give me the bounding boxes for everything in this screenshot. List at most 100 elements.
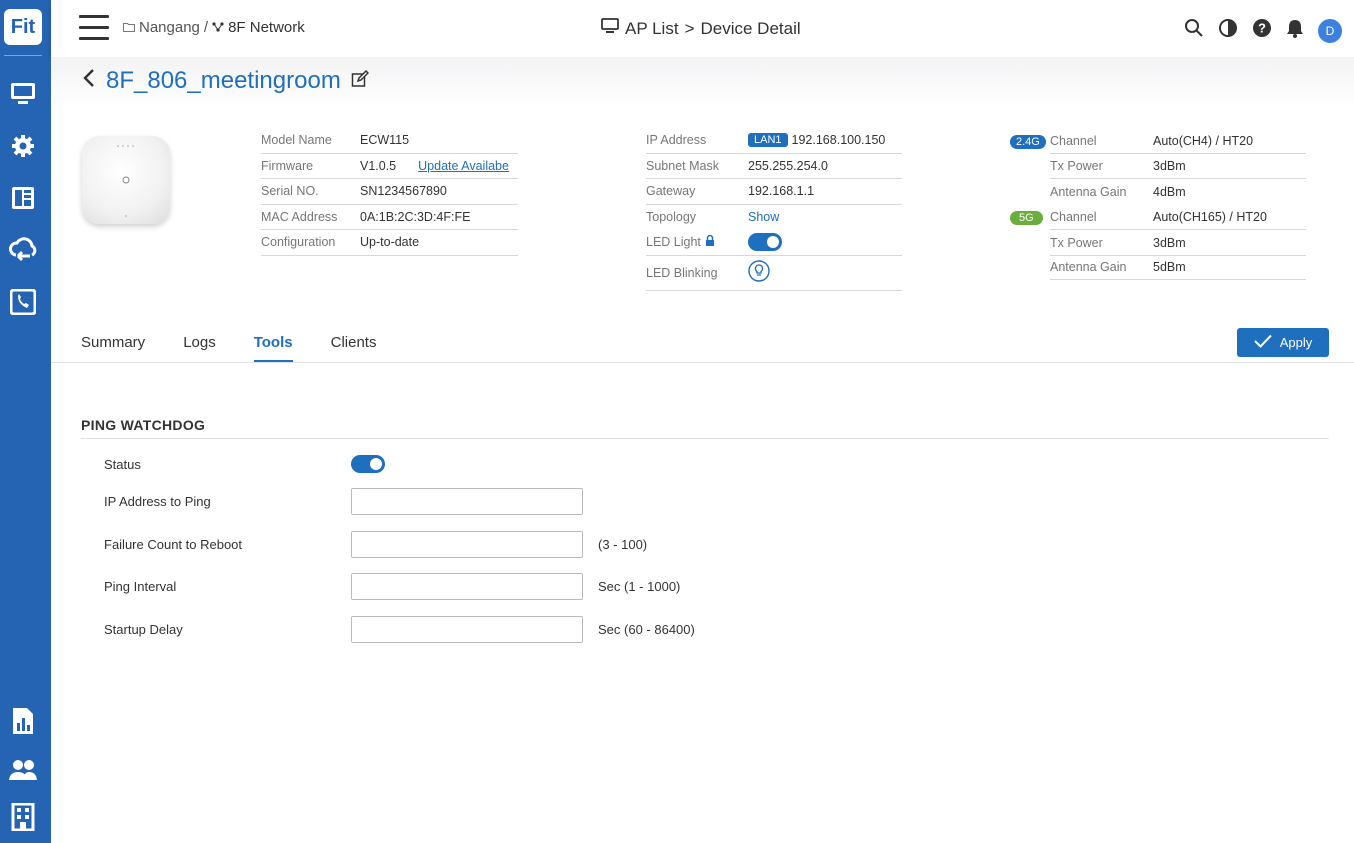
ping-interval-input[interactable] xyxy=(351,573,583,600)
5g-tx-value: 3dBm xyxy=(1153,235,1186,250)
info-row-5g-channel: 5G Channel Auto(CH165) / HT20 xyxy=(1010,205,1306,231)
24g-channel-label: Channel xyxy=(1050,133,1097,148)
startup-delay-input[interactable] xyxy=(351,616,583,643)
dashboard-icon[interactable] xyxy=(9,184,37,212)
24g-tx-value: 3dBm xyxy=(1153,159,1186,174)
24g-channel-value: Auto(CH4) / HT20 xyxy=(1153,133,1254,148)
contrast-icon[interactable] xyxy=(1218,18,1238,43)
form-row-delay: Startup Delay Sec (60 - 86400) xyxy=(104,616,695,643)
info-row-subnet: Subnet Mask 255.255.254.0 xyxy=(646,154,902,179)
lock-icon xyxy=(705,234,715,250)
firmware-update-link[interactable]: Update Availabe xyxy=(418,159,509,173)
gear-icon[interactable] xyxy=(9,132,37,160)
subnet-label: Subnet Mask xyxy=(646,158,719,173)
failure-count-input[interactable] xyxy=(351,531,583,558)
form-row-interval: Ping Interval Sec (1 - 1000) xyxy=(104,573,680,600)
help-icon[interactable]: ? xyxy=(1252,18,1272,43)
startup-delay-hint: Sec (60 - 86400) xyxy=(598,622,695,637)
apply-button[interactable]: Apply xyxy=(1237,328,1329,357)
sidebar-divider xyxy=(4,55,42,56)
ip-label: IP Address xyxy=(646,133,707,148)
title-ap-list[interactable]: AP List xyxy=(625,19,679,39)
failure-count-hint: (3 - 100) xyxy=(598,537,648,552)
led-light-label: LED Light xyxy=(646,235,701,250)
device-info-general: Model Name ECW115 Firmware V1.0.5 Update… xyxy=(261,128,518,256)
menu-icon[interactable] xyxy=(79,15,109,41)
info-row-24g-tx: Tx Power 3dBm xyxy=(1010,154,1306,180)
page-header-title: AP List > Device Detail xyxy=(601,18,801,39)
ip-to-ping-input[interactable] xyxy=(351,488,583,515)
search-icon[interactable] xyxy=(1184,18,1204,43)
title-device-detail: Device Detail xyxy=(700,18,801,38)
ping-interval-hint: Sec (1 - 1000) xyxy=(598,579,681,594)
info-row-mac: MAC Address 0A:1B:2C:3D:4F:FE xyxy=(261,205,518,230)
firmware-label: Firmware xyxy=(261,158,314,173)
band-5g-badge: 5G xyxy=(1010,211,1043,226)
avatar[interactable]: D xyxy=(1318,18,1342,43)
info-row-24g-channel: 2.4G Channel Auto(CH4) / HT20 xyxy=(1010,128,1306,154)
network-icon xyxy=(212,19,224,36)
tab-summary[interactable]: Summary xyxy=(81,334,145,363)
info-row-model: Model Name ECW115 xyxy=(261,128,518,154)
info-row-topology: Topology Show xyxy=(646,205,902,231)
users-icon[interactable] xyxy=(9,756,37,784)
model-label: Model Name xyxy=(261,133,332,148)
breadcrumb-network[interactable]: 8F Network xyxy=(228,19,305,36)
apply-label: Apply xyxy=(1279,335,1313,350)
status-toggle[interactable] xyxy=(351,455,385,473)
ip-value: 192.168.100.150 xyxy=(791,133,886,148)
serial-label: Serial NO. xyxy=(261,184,319,199)
section-title-ping-watchdog: PING WATCHDOG xyxy=(81,417,206,433)
info-row-firmware: Firmware V1.0.5 Update Availabe xyxy=(261,154,518,179)
mac-value: 0A:1B:2C:3D:4F:FE xyxy=(360,209,471,224)
5g-gain-value: 5dBm xyxy=(1153,260,1186,274)
page-title: 8F_806_meetingroom xyxy=(82,67,369,95)
tab-bar: Summary Logs Tools Clients xyxy=(81,334,376,363)
app-logo[interactable]: Fit xyxy=(4,9,42,45)
info-row-5g-tx: Tx Power 3dBm xyxy=(1010,230,1306,256)
report-icon[interactable] xyxy=(9,707,37,735)
building-icon[interactable] xyxy=(9,803,37,831)
info-row-led-blinking: LED Blinking xyxy=(646,256,902,291)
info-row-led-light: LED Light xyxy=(646,230,902,256)
breadcrumb-separator: / xyxy=(203,19,209,36)
topology-show-link[interactable]: Show xyxy=(748,210,779,224)
24g-gain-value: 4dBm xyxy=(1153,184,1186,199)
startup-delay-label: Startup Delay xyxy=(104,622,183,637)
monitor-icon[interactable] xyxy=(9,80,37,108)
5g-gain-label: Antenna Gain xyxy=(1050,260,1127,274)
bell-icon[interactable] xyxy=(1286,18,1304,43)
mac-label: MAC Address xyxy=(261,209,338,224)
config-label: Configuration xyxy=(261,235,336,250)
form-row-ip: IP Address to Ping xyxy=(104,488,583,515)
model-value: ECW115 xyxy=(360,133,410,148)
back-icon[interactable] xyxy=(82,67,96,95)
tab-clients[interactable]: Clients xyxy=(331,334,377,363)
tab-tools[interactable]: Tools xyxy=(253,334,293,363)
subnet-value: 255.255.254.0 xyxy=(748,158,828,173)
edit-icon[interactable] xyxy=(351,67,369,95)
topology-label: Topology xyxy=(646,210,697,225)
check-icon xyxy=(1254,334,1272,351)
device-name: 8F_806_meetingroom xyxy=(106,67,341,94)
info-row-gateway: Gateway 192.168.1.1 xyxy=(646,179,902,205)
failure-count-label: Failure Count to Reboot xyxy=(104,537,243,552)
cloud-icon[interactable] xyxy=(9,236,37,264)
ip-to-ping-label: IP Address to Ping xyxy=(104,494,211,509)
tab-logs[interactable]: Logs xyxy=(183,334,216,363)
breadcrumb-site[interactable]: Nangang xyxy=(139,19,200,36)
24g-tx-label: Tx Power xyxy=(1050,159,1103,174)
tabs-divider xyxy=(51,362,1354,363)
5g-channel-value: Auto(CH165) / HT20 xyxy=(1153,210,1267,225)
phone-icon[interactable] xyxy=(9,288,37,316)
form-row-status: Status xyxy=(104,455,385,473)
led-light-toggle[interactable] xyxy=(748,233,782,252)
top-bar: Nangang / 8F Network AP List > Device De… xyxy=(51,0,1354,57)
info-row-config: Configuration Up-to-date xyxy=(261,230,518,256)
folder-icon xyxy=(123,19,135,36)
bulb-icon[interactable] xyxy=(748,260,770,285)
title-separator: > xyxy=(684,18,695,38)
status-label: Status xyxy=(104,456,141,472)
device-info-radio: 2.4G Channel Auto(CH4) / HT20 Tx Power 3… xyxy=(1010,128,1306,280)
form-row-failure: Failure Count to Reboot (3 - 100) xyxy=(104,531,647,558)
